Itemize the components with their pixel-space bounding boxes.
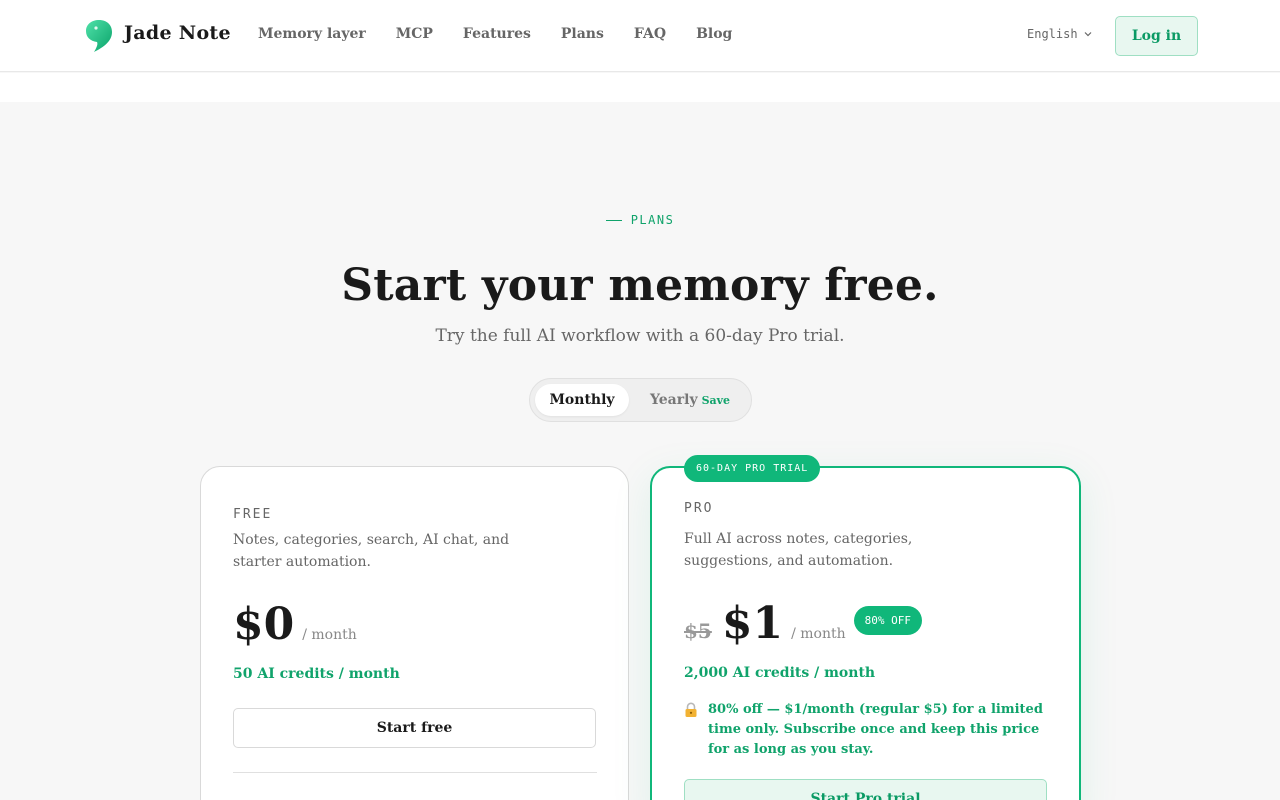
nav-blog[interactable]: Blog: [696, 26, 732, 42]
plan-name: PRO: [684, 501, 714, 516]
main-nav: Memory layer MCP Features Plans FAQ Blog: [258, 26, 762, 42]
billing-monthly-option[interactable]: Monthly: [535, 384, 629, 416]
trial-badge: 60-DAY PRO TRIAL: [684, 455, 821, 482]
plan-price: $1: [721, 598, 784, 649]
billing-toggle: Monthly Yearly Save: [529, 378, 752, 422]
price-period: / month: [302, 627, 357, 643]
nav-faq[interactable]: FAQ: [634, 26, 666, 42]
login-button[interactable]: Log in: [1115, 16, 1198, 56]
eyebrow-label: PLANS: [630, 213, 675, 227]
page-subtitle: Try the full AI workflow with a 60-day P…: [435, 326, 845, 346]
language-label: English: [1027, 27, 1078, 41]
plan-credits: 2,000 AI credits / month: [684, 665, 876, 681]
language-selector[interactable]: English: [1027, 27, 1092, 41]
start-free-button[interactable]: Start free: [233, 708, 596, 748]
nav-memory-layer[interactable]: Memory layer: [258, 26, 366, 42]
card-divider: [233, 772, 597, 773]
price-period: / month: [791, 626, 846, 642]
price-row: $0 / month: [233, 599, 357, 650]
lock-icon: [685, 702, 697, 717]
chevron-down-icon: [1084, 32, 1092, 37]
plan-credits: 50 AI credits / month: [233, 666, 400, 682]
plan-description: Full AI across notes, categories, sugges…: [684, 531, 913, 569]
eyebrow-dash: [605, 220, 622, 221]
nav-mcp[interactable]: MCP: [396, 26, 433, 42]
plan-card-free: FREE Notes, categories, search, AI chat,…: [200, 466, 629, 800]
plan-price: $0: [233, 599, 295, 650]
page-title: Start your memory free.: [341, 260, 939, 311]
plan-description: Notes, categories, search, AI chat, and …: [233, 532, 510, 570]
header-spacer: [0, 73, 1280, 102]
site-header: Jade Note Memory layer MCP Features Plan…: [0, 0, 1280, 72]
brand-name[interactable]: Jade Note: [124, 22, 231, 44]
save-tag: Save: [701, 394, 731, 407]
plan-name: FREE: [233, 507, 273, 522]
yearly-label: Yearly: [650, 392, 698, 408]
jade-leaf-logo-icon[interactable]: [85, 19, 113, 53]
start-pro-trial-button[interactable]: Start Pro trial: [684, 779, 1047, 800]
original-price: $5: [684, 619, 712, 643]
discount-badge: 80% OFF: [853, 606, 922, 635]
price-row: $5 $1 / month 80% OFF: [684, 598, 922, 649]
nav-features[interactable]: Features: [463, 26, 531, 42]
section-eyebrow: PLANS: [0, 213, 1280, 227]
promo-text: 80% off — $1/month (regular $5) for a li…: [708, 702, 1043, 757]
promo-note: 80% off — $1/month (regular $5) for a li…: [684, 700, 1048, 760]
plan-card-pro: PRO Full AI across notes, categories, su…: [650, 466, 1081, 800]
nav-plans[interactable]: Plans: [561, 26, 604, 42]
billing-yearly-option[interactable]: Yearly Save: [638, 384, 748, 416]
